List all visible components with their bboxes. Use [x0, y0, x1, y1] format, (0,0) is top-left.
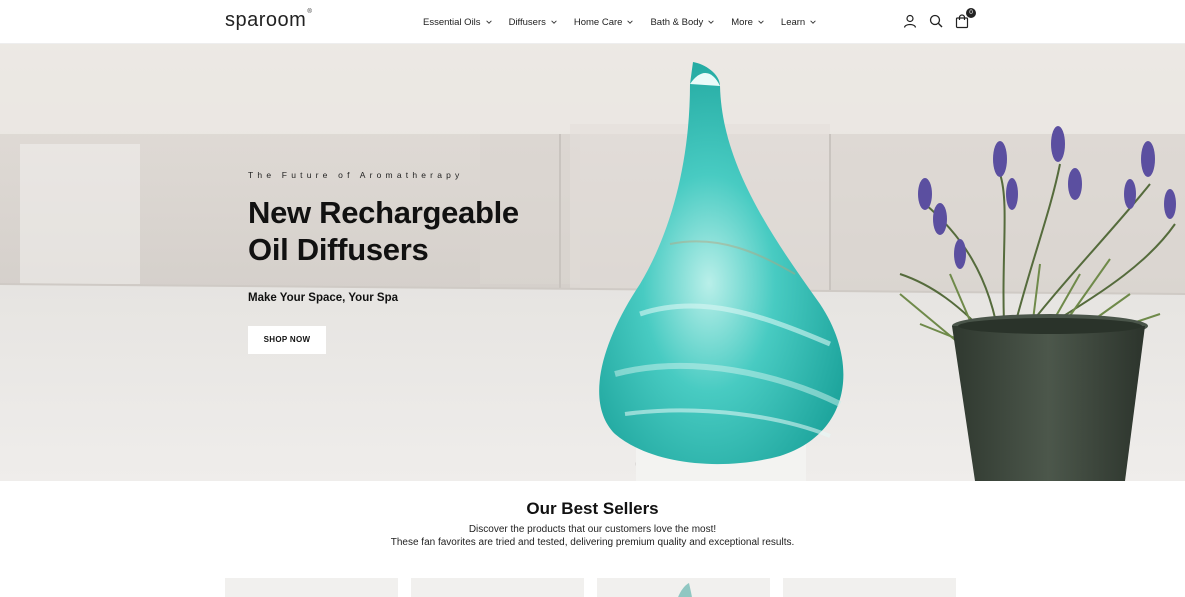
nav-item-more[interactable]: More: [731, 17, 765, 28]
user-icon: [903, 14, 917, 28]
main-nav: Essential Oils Diffusers Home Care Bath …: [423, 0, 833, 44]
nav-item-diffusers[interactable]: Diffusers: [509, 17, 558, 28]
search-button[interactable]: [928, 13, 944, 29]
account-button[interactable]: [902, 13, 918, 29]
section-description-line-1: Discover the products that our customers…: [468, 524, 717, 535]
product-card[interactable]: [411, 578, 584, 597]
chevron-down-icon: [758, 20, 764, 24]
product-card[interactable]: [597, 578, 770, 597]
chevron-down-icon: [708, 20, 714, 24]
best-sellers-section: Our Best Sellers Discover the products t…: [0, 481, 1185, 597]
logo-mark: ®: [307, 9, 313, 15]
nav-item-label: Diffusers: [508, 16, 546, 28]
hero-content: The Future of Aromatherapy New Rechargea…: [248, 170, 519, 354]
nav-item-home-care[interactable]: Home Care: [574, 17, 635, 28]
section-description: Discover the products that our customers…: [0, 523, 1185, 549]
nav-item-essential-oils[interactable]: Essential Oils: [423, 17, 493, 28]
hero-eyebrow: The Future of Aromatherapy: [248, 170, 464, 180]
chevron-down-icon: [551, 20, 557, 24]
search-icon: [929, 14, 943, 28]
nav-item-label: More: [731, 16, 753, 28]
hero-subheading: Make Your Space, Your Spa: [248, 292, 398, 304]
hero-headline-line-1: New Rechargeable: [248, 195, 519, 230]
nav-item-label: Essential Oils: [423, 16, 481, 28]
cart-button[interactable]: 0: [954, 8, 976, 29]
hero-headline-line-2: Oil Diffusers: [248, 232, 429, 267]
brand-logo[interactable]: sparoom®: [225, 9, 312, 32]
chevron-down-icon: [810, 20, 816, 24]
site-header: sparoom® Essential Oils Diffusers Home C…: [0, 0, 1185, 44]
product-card[interactable]: [225, 578, 398, 597]
section-description-line-2: These fan favorites are tried and tested…: [390, 537, 795, 548]
nav-item-label: Learn: [780, 16, 806, 28]
product-image: [678, 583, 692, 597]
nav-item-bath-body[interactable]: Bath & Body: [650, 17, 715, 28]
nav-item-label: Bath & Body: [650, 16, 704, 28]
nav-item-learn[interactable]: Learn: [781, 17, 817, 28]
logo-text: sparoom: [225, 9, 307, 31]
section-title: Our Best Sellers: [526, 499, 659, 518]
chevron-down-icon: [485, 20, 492, 24]
cart-count-badge: 0: [966, 8, 976, 18]
product-grid: [225, 578, 956, 597]
nav-item-label: Home Care: [573, 16, 623, 28]
shop-now-button[interactable]: SHOP NOW: [248, 326, 326, 354]
hero-image: [0, 44, 1185, 481]
hero-banner: The Future of Aromatherapy New Rechargea…: [0, 44, 1185, 481]
hero-headline: New Rechargeable Oil Diffusers: [248, 194, 519, 268]
product-card[interactable]: [783, 578, 956, 597]
header-actions: 0: [902, 8, 976, 29]
chevron-down-icon: [627, 20, 634, 24]
